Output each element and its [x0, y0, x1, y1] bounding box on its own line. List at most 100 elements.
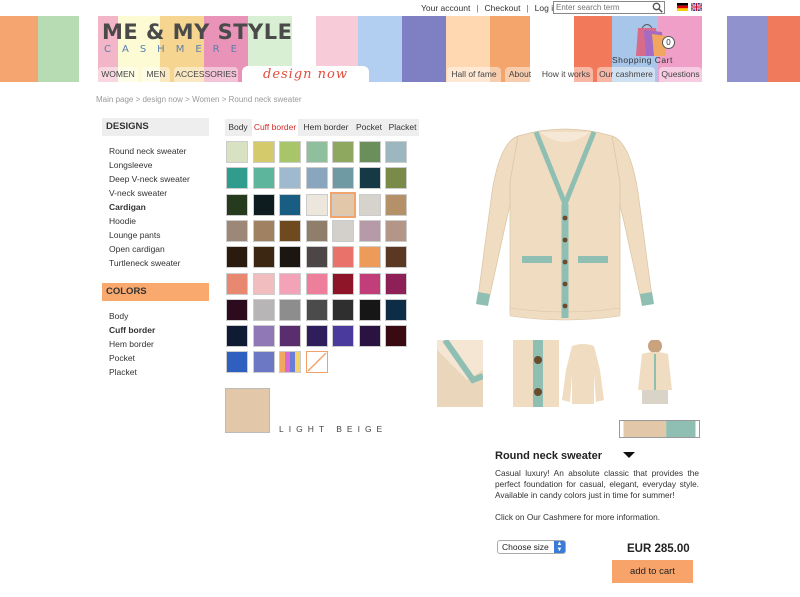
color-swatch[interactable]: [252, 219, 275, 242]
color-swatch[interactable]: [252, 141, 275, 163]
color-swatch[interactable]: [305, 167, 328, 190]
caret-down-icon[interactable]: [623, 451, 635, 459]
color-swatch[interactable]: [332, 246, 354, 269]
color-swatch[interactable]: [252, 167, 275, 190]
tab-pocket[interactable]: Pocket: [353, 119, 385, 136]
color-swatch[interactable]: [332, 141, 354, 163]
nav-tab-how-it-works[interactable]: How it works: [539, 67, 593, 82]
color-swatch[interactable]: [385, 272, 407, 295]
color-swatch[interactable]: [226, 193, 248, 216]
nav-tab-our-cashmere[interactable]: Our cashmere: [597, 67, 655, 82]
color-swatch[interactable]: [305, 272, 328, 295]
tab-placket[interactable]: Placket: [386, 119, 419, 136]
color-swatch[interactable]: [385, 298, 407, 321]
design-item-round-neck-sweater[interactable]: Round neck sweater: [109, 146, 187, 156]
color-swatch[interactable]: [332, 167, 354, 190]
nav-tab-hall-of-fame[interactable]: Hall of fame: [447, 67, 501, 82]
color-swatch[interactable]: [332, 325, 354, 348]
color-swatch[interactable]: [279, 141, 301, 163]
cart-count-badge[interactable]: 0: [662, 36, 675, 49]
color-swatch[interactable]: [358, 193, 381, 216]
add-to-cart-button[interactable]: add to cart: [612, 560, 693, 583]
color-swatch[interactable]: [226, 167, 248, 190]
nav-tab-about[interactable]: About: [505, 67, 535, 82]
color-swatch[interactable]: [252, 325, 275, 348]
color-swatch[interactable]: [305, 141, 328, 163]
product-main-image[interactable]: [470, 122, 660, 332]
design-now-tab[interactable]: design now: [242, 66, 369, 83]
color-swatch[interactable]: [305, 246, 328, 269]
nav-tab-questions[interactable]: Questions: [659, 67, 702, 82]
swatch-stripes[interactable]: [279, 351, 301, 374]
color-swatch[interactable]: [226, 219, 248, 242]
color-swatch[interactable]: [358, 272, 381, 295]
design-item-lounge-pants[interactable]: Lounge pants: [109, 230, 161, 240]
search-input[interactable]: [553, 1, 665, 14]
color-swatch[interactable]: [358, 219, 381, 242]
color-swatch[interactable]: [385, 193, 407, 216]
nav-tab-men[interactable]: MEN: [142, 67, 170, 82]
color-swatch[interactable]: [279, 167, 301, 190]
german-flag-icon[interactable]: [677, 3, 688, 11]
shopping-cart-label[interactable]: Shopping Cart: [612, 55, 673, 65]
tab-hem-border[interactable]: Hem border: [300, 119, 352, 136]
swatch-none[interactable]: [305, 351, 328, 374]
color-swatch[interactable]: [279, 193, 301, 216]
color-swatch[interactable]: [226, 298, 248, 321]
design-item-v-neck-sweater[interactable]: V-neck sweater: [109, 188, 167, 198]
color-swatch[interactable]: [385, 219, 407, 242]
size-select[interactable]: Choose size ▲ ▼: [497, 540, 566, 554]
color-swatch[interactable]: [279, 298, 301, 321]
color-swatch[interactable]: [358, 167, 381, 190]
color-part-pocket[interactable]: Pocket: [109, 353, 135, 363]
product-thumbnail-model[interactable]: [632, 340, 678, 407]
color-swatch[interactable]: [385, 167, 407, 190]
color-swatch[interactable]: [385, 325, 407, 348]
color-swatch[interactable]: [279, 272, 301, 295]
product-thumbnail-back[interactable]: [560, 340, 606, 407]
color-swatch[interactable]: [252, 298, 275, 321]
color-swatch[interactable]: [305, 219, 328, 242]
color-swatch[interactable]: [332, 272, 354, 295]
color-swatch[interactable]: [385, 141, 407, 163]
color-part-cuff-border[interactable]: Cuff border: [109, 325, 155, 335]
tab-body[interactable]: Body: [225, 119, 251, 136]
color-part-body[interactable]: Body: [109, 311, 128, 321]
color-swatch[interactable]: [279, 219, 301, 242]
color-swatch[interactable]: [279, 325, 301, 348]
breadcrumb[interactable]: Main page > design now > Women > Round n…: [96, 95, 302, 104]
color-swatch[interactable]: [358, 246, 381, 269]
search-icon[interactable]: [652, 2, 663, 13]
design-item-hoodie[interactable]: Hoodie: [109, 216, 136, 226]
color-swatch[interactable]: [226, 246, 248, 269]
color-swatch[interactable]: [226, 141, 248, 163]
color-swatch[interactable]: [385, 246, 407, 269]
color-swatch[interactable]: [252, 246, 275, 269]
color-swatch[interactable]: [305, 298, 328, 321]
product-thumbnail-detail-1[interactable]: [437, 340, 483, 407]
color-swatch[interactable]: [305, 325, 328, 348]
color-swatch[interactable]: [252, 351, 275, 374]
brand-logo[interactable]: ME & MY STYLE: [102, 20, 292, 44]
your-account-link[interactable]: Your account: [421, 3, 470, 13]
color-swatch[interactable]: [358, 298, 381, 321]
design-item-turtleneck-sweater[interactable]: Turtleneck sweater: [109, 258, 181, 268]
color-swatch[interactable]: [226, 351, 248, 374]
color-swatch[interactable]: [305, 193, 328, 216]
color-swatch[interactable]: [252, 272, 275, 295]
color-swatch[interactable]: [332, 219, 354, 242]
color-swatch[interactable]: [358, 325, 381, 348]
design-item-deep-v-neck-sweater[interactable]: Deep V-neck sweater: [109, 174, 190, 184]
product-thumbnail-detail-2[interactable]: [513, 340, 559, 407]
color-part-placket[interactable]: Placket: [109, 367, 137, 377]
color-swatch[interactable]: [252, 193, 275, 216]
design-item-cardigan[interactable]: Cardigan: [109, 202, 146, 212]
design-item-longsleeve[interactable]: Longsleeve: [109, 160, 152, 170]
color-swatch[interactable]: [332, 298, 354, 321]
nav-tab-women[interactable]: WOMEN: [98, 67, 138, 82]
color-swatch[interactable]: [226, 272, 248, 295]
color-swatch[interactable]: [226, 325, 248, 348]
tab-cuff-border[interactable]: Cuff border: [252, 119, 298, 136]
color-swatch[interactable]: [279, 246, 301, 269]
color-swatch[interactable]: [358, 141, 381, 163]
